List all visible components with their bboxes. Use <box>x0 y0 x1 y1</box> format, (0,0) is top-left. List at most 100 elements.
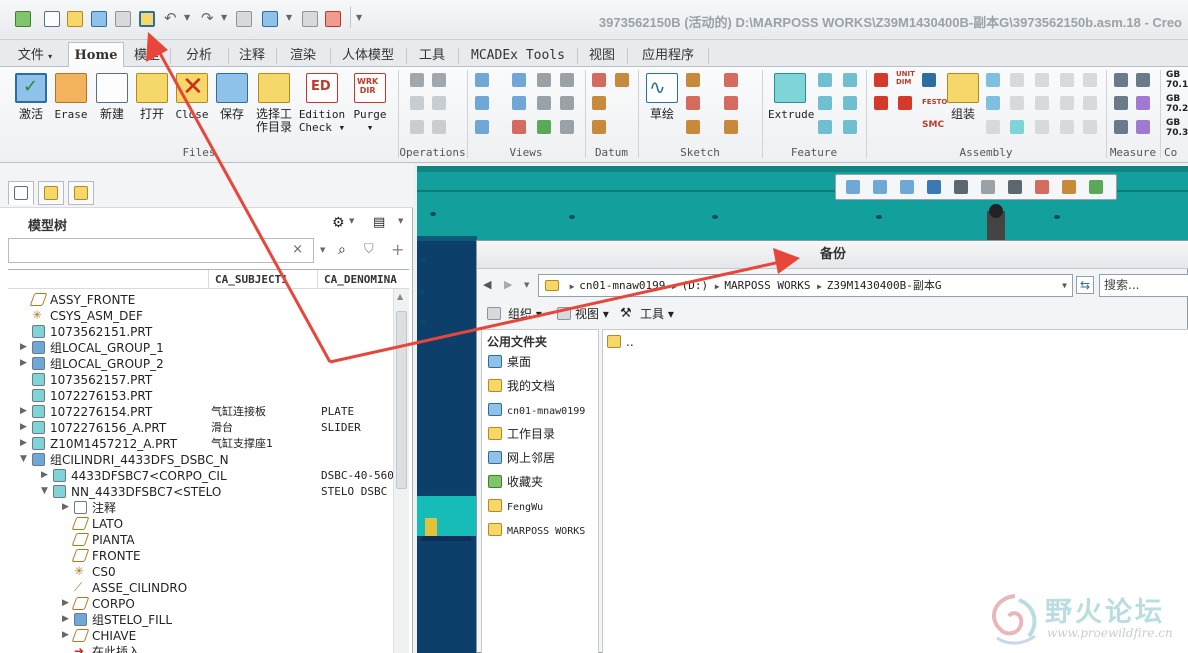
tab-model-tree[interactable] <box>8 181 34 205</box>
display-style-icon[interactable] <box>537 96 551 110</box>
unhide-icon[interactable] <box>1083 120 1097 134</box>
close-window-icon[interactable] <box>302 11 318 27</box>
point-icon[interactable] <box>592 96 606 110</box>
redo-dropdown-icon[interactable]: ▼ <box>221 13 227 22</box>
unit-dim-icon[interactable]: UNIT DIM <box>896 70 915 86</box>
address-bar[interactable]: ▶ cn01-mnaw0199 ▶ (D:) ▶ MARPOSS WORKS ▶… <box>538 274 1073 297</box>
round-icon[interactable] <box>818 120 832 134</box>
tree-row[interactable]: PIANTA <box>8 532 391 548</box>
saved-views-icon[interactable] <box>560 96 574 110</box>
tree-row[interactable]: LATO <box>8 516 391 532</box>
address-crumb-computer[interactable]: cn01-mnaw0199 <box>579 279 665 292</box>
smc-icon[interactable]: SMC <box>922 120 944 130</box>
zoom-in-view-icon[interactable] <box>873 180 887 194</box>
zoom-out-view-icon[interactable] <box>900 180 914 194</box>
tools-menu[interactable]: 工具 ▾ <box>640 302 674 326</box>
find-icon[interactable]: ⌕ <box>338 242 346 258</box>
tree-row[interactable]: 1073562157.PRT <box>8 372 391 388</box>
new-button[interactable]: 新建 <box>92 73 132 121</box>
refresh-icon[interactable]: ⇆ <box>1076 276 1094 294</box>
tree-row[interactable]: 1073562151.PRT <box>8 324 391 340</box>
search-dropdown-icon[interactable]: ▼ <box>320 246 325 254</box>
tab-render[interactable]: 渲染 <box>279 46 327 67</box>
rotate-icon[interactable] <box>1010 73 1024 87</box>
cutout-tool-icon[interactable] <box>1083 96 1097 110</box>
arrow-tool-icon[interactable] <box>922 73 936 87</box>
copy-icon[interactable] <box>432 73 446 87</box>
tab-mcadex-tools[interactable]: MCADEx Tools <box>462 46 574 67</box>
activate-button[interactable]: ✓ 激活 <box>11 73 51 121</box>
tab-folder-browser[interactable] <box>38 181 64 205</box>
tree-row[interactable]: ▶ 组LOCAL_GROUP_1 <box>8 340 391 356</box>
windows-dropdown-icon[interactable]: ▼ <box>286 13 292 22</box>
tab-favorites[interactable] <box>68 181 94 205</box>
tree-row[interactable]: ▶ 1072276156_A.PRT 滑台 SLIDER <box>8 420 391 436</box>
address-crumb-marposs[interactable]: MARPOSS WORKS <box>724 279 810 292</box>
distance-icon[interactable] <box>1136 73 1150 87</box>
flex-icon[interactable] <box>986 120 1000 134</box>
spin-center-view-icon[interactable] <box>1062 180 1076 194</box>
csys-display-icon[interactable] <box>537 120 551 134</box>
create-component-icon[interactable] <box>874 96 888 110</box>
tree-row[interactable]: ▼ NN_4433DFSBC7<STELO STELO DSBC <box>8 484 391 500</box>
tab-model[interactable]: 模型 <box>127 46 167 67</box>
tree-row[interactable]: ▶ 注释 <box>8 500 391 516</box>
gb-70-2-icon[interactable]: GB 70.2 <box>1166 94 1188 114</box>
view-manager-icon[interactable] <box>1008 180 1022 194</box>
paste-icon[interactable] <box>410 96 424 110</box>
tree-row[interactable]: ▶ 组LOCAL_GROUP_2 <box>8 356 391 372</box>
scroll-thumb[interactable] <box>396 311 407 489</box>
zoom-in-icon[interactable] <box>512 73 526 87</box>
open-icon[interactable] <box>67 11 83 27</box>
zoom-window-icon[interactable] <box>512 96 526 110</box>
move-icon[interactable] <box>1060 73 1074 87</box>
customize-dropdown-icon[interactable]: ▼ <box>356 13 362 22</box>
tree-row[interactable]: ASSY_FRONTE <box>8 292 391 308</box>
clear-search-icon[interactable]: × <box>292 242 303 257</box>
axis-sketch-icon[interactable] <box>724 96 738 110</box>
gb-70-3-icon[interactable]: GB 70.3 <box>1166 118 1188 138</box>
plane-sketch-icon[interactable] <box>686 73 700 87</box>
redo-icon[interactable]: ↷ <box>201 9 214 27</box>
expand-icon[interactable]: ▶ <box>20 406 27 416</box>
csys-datum-icon[interactable] <box>592 120 606 134</box>
back-icon[interactable]: ◀ <box>483 278 491 291</box>
collapse-icon[interactable]: ▼ <box>41 486 48 496</box>
axis-icon[interactable] <box>592 73 606 87</box>
revolve-icon[interactable] <box>818 73 832 87</box>
spin-center-icon[interactable] <box>560 120 574 134</box>
expand-icon[interactable]: ▶ <box>62 630 69 640</box>
repeat-icon[interactable] <box>898 96 912 110</box>
point-sketch-icon[interactable] <box>724 73 738 87</box>
tree-row[interactable]: ✳ CSYS_ASM_DEF <box>8 308 391 324</box>
purge-button[interactable]: WRK DIR Purge ▾ <box>350 73 390 134</box>
mirror-icon[interactable] <box>986 73 1000 87</box>
tab-annotate[interactable]: 注释 <box>231 46 273 67</box>
sketch-button[interactable]: ∿ 草绘 <box>642 73 682 121</box>
settings-dropdown-icon[interactable]: ▼ <box>349 217 354 225</box>
assemble-button[interactable]: 组装 <box>943 73 983 121</box>
expand-icon[interactable]: ▶ <box>62 614 69 624</box>
tree-scrollbar[interactable]: ▲ <box>393 289 409 653</box>
tree-row[interactable]: ⟋ ASSE_CILINDRO <box>8 580 391 596</box>
plane-icon[interactable] <box>615 73 629 87</box>
diameter-icon[interactable] <box>1114 120 1128 134</box>
delete-icon[interactable] <box>410 120 424 134</box>
select-working-dir-button[interactable]: 选择工 作目录 <box>253 73 295 134</box>
regenerate-icon[interactable] <box>115 11 131 27</box>
angle-icon[interactable] <box>1114 96 1128 110</box>
tab-file[interactable]: 文件 ▾ <box>8 46 62 67</box>
new-icon[interactable] <box>44 11 60 27</box>
open-button[interactable]: 打开 <box>132 73 172 121</box>
annotation-display-icon[interactable] <box>1089 180 1103 194</box>
tree-row[interactable]: ▶ CORPO <box>8 596 391 612</box>
views-menu[interactable]: 视图 ▾ <box>575 302 609 326</box>
expand-icon[interactable]: ▶ <box>62 598 69 608</box>
tree-row[interactable]: ➜ 在此插入 <box>8 644 391 653</box>
scroll-up-icon[interactable]: ▲ <box>397 292 403 301</box>
tree-row[interactable]: ▶ Z10M1457212_A.PRT 气缸支撑座1 <box>8 436 391 452</box>
dialog-search-input[interactable]: 搜索... <box>1099 274 1188 297</box>
add-column-icon[interactable]: + <box>391 240 404 259</box>
expand-icon[interactable]: ▶ <box>20 422 27 432</box>
replace-icon[interactable] <box>432 120 446 134</box>
